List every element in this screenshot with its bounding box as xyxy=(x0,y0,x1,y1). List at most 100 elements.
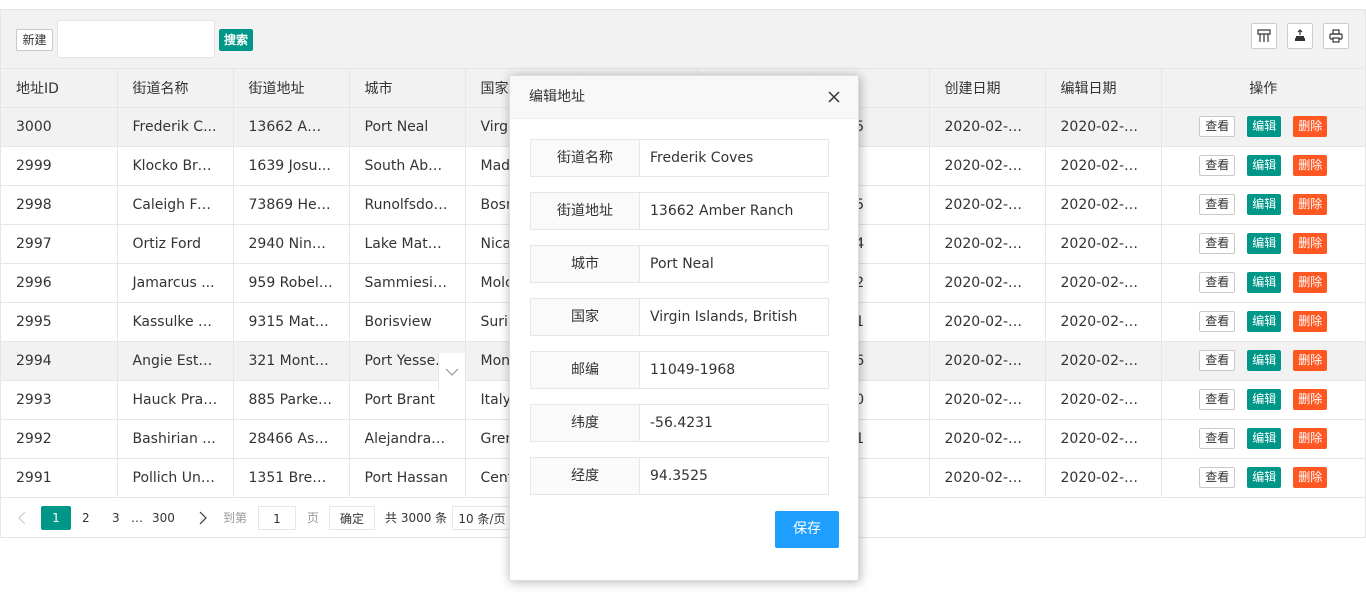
export-icon[interactable] xyxy=(1287,23,1313,49)
columns-icon[interactable] xyxy=(1251,23,1277,49)
table-cell[interactable]: 2991 xyxy=(1,458,118,498)
table-cell[interactable]: 1351 Brea... xyxy=(233,458,350,498)
page-link[interactable]: 2 xyxy=(82,506,90,530)
column-header[interactable]: 街道名称 xyxy=(117,69,234,108)
longitude-input[interactable]: 94.3525 xyxy=(650,458,708,494)
table-cell[interactable]: Bashirian ... xyxy=(117,419,234,459)
view-button[interactable]: 查看 xyxy=(1199,272,1236,293)
table-cell[interactable]: 2020-02-0... xyxy=(929,146,1046,186)
delete-button[interactable]: 删除 xyxy=(1293,155,1328,176)
table-cell[interactable]: 321 Monta... xyxy=(233,341,350,381)
table-cell[interactable]: 885 Parker... xyxy=(233,380,350,420)
table-cell[interactable]: 2020-02-0... xyxy=(929,380,1046,420)
edit-button[interactable]: 编辑 xyxy=(1247,389,1282,410)
view-button[interactable]: 查看 xyxy=(1199,311,1236,332)
view-button[interactable]: 查看 xyxy=(1199,389,1236,410)
table-cell[interactable]: Alejandrafurt xyxy=(349,419,466,459)
view-button[interactable]: 查看 xyxy=(1199,155,1236,176)
delete-button[interactable]: 删除 xyxy=(1293,389,1328,410)
table-cell[interactable]: 2992 xyxy=(1,419,118,459)
page-link-active[interactable]: 1 xyxy=(41,506,71,530)
table-cell[interactable]: Kassulke R... xyxy=(117,302,234,342)
table-cell[interactable]: 959 Robel ... xyxy=(233,263,350,303)
table-cell[interactable]: Klocko Brook xyxy=(117,146,234,186)
edit-button[interactable]: 编辑 xyxy=(1247,194,1282,215)
latitude-input[interactable]: -56.4231 xyxy=(650,405,713,441)
table-cell[interactable]: 2993 xyxy=(1,380,118,420)
table-cell[interactable]: 2020-02-0... xyxy=(929,263,1046,303)
edit-button[interactable]: 编辑 xyxy=(1247,428,1282,449)
table-cell[interactable]: Port Hassan xyxy=(349,458,466,498)
table-cell[interactable]: 3000 xyxy=(1,107,118,147)
delete-button[interactable]: 删除 xyxy=(1293,311,1328,332)
delete-button[interactable]: 删除 xyxy=(1293,233,1328,254)
table-cell[interactable]: 2020-02-0... xyxy=(929,302,1046,342)
view-button[interactable]: 查看 xyxy=(1199,350,1236,371)
search-input[interactable] xyxy=(57,20,215,58)
save-button[interactable]: 保存 xyxy=(775,511,839,548)
table-cell[interactable]: 28466 Ash... xyxy=(233,419,350,459)
delete-button[interactable]: 删除 xyxy=(1293,350,1328,371)
table-cell[interactable]: 2997 xyxy=(1,224,118,264)
column-header[interactable]: 城市 xyxy=(349,69,466,108)
table-cell[interactable]: 2020-02-0... xyxy=(929,341,1046,381)
table-cell[interactable]: 2020-02-0... xyxy=(1045,380,1162,420)
table-cell[interactable]: 9315 Mate... xyxy=(233,302,350,342)
table-cell[interactable]: Pollich Uni... xyxy=(117,458,234,498)
column-header[interactable]: 编辑日期 xyxy=(1045,69,1162,108)
goto-page-input[interactable]: 1 xyxy=(258,506,296,530)
table-cell[interactable]: Angie Estate xyxy=(117,341,234,381)
table-cell[interactable]: Port Neal xyxy=(349,107,466,147)
prev-page-icon[interactable] xyxy=(18,506,26,530)
table-cell[interactable]: Caleigh Fo... xyxy=(117,185,234,225)
table-cell[interactable]: 2996 xyxy=(1,263,118,303)
edit-button[interactable]: 编辑 xyxy=(1247,467,1282,488)
table-cell[interactable]: Borisview xyxy=(349,302,466,342)
column-header[interactable]: 地址ID xyxy=(1,69,118,108)
table-cell[interactable]: 2020-02-0... xyxy=(1045,302,1162,342)
table-cell[interactable]: 13662 Am... xyxy=(233,107,350,147)
edit-button[interactable]: 编辑 xyxy=(1247,350,1282,371)
table-cell[interactable]: 2995 xyxy=(1,302,118,342)
street-name-input[interactable]: Frederik Coves xyxy=(650,140,753,176)
delete-button[interactable]: 删除 xyxy=(1293,194,1328,215)
delete-button[interactable]: 删除 xyxy=(1293,428,1328,449)
table-cell[interactable]: 2994 xyxy=(1,341,118,381)
delete-button[interactable]: 删除 xyxy=(1293,272,1328,293)
table-cell[interactable]: Sammieside xyxy=(349,263,466,303)
table-cell[interactable]: 2020-02-0... xyxy=(1045,146,1162,186)
table-cell[interactable]: South Abel... xyxy=(349,146,466,186)
edit-button[interactable]: 编辑 xyxy=(1247,311,1282,332)
close-icon[interactable] xyxy=(827,90,841,104)
column-header[interactable]: 创建日期 xyxy=(929,69,1046,108)
table-cell[interactable]: 2020-02-0... xyxy=(1045,341,1162,381)
page-size-select[interactable]: 10 条/页 xyxy=(452,506,512,530)
table-cell[interactable]: Lake Mathi... xyxy=(349,224,466,264)
city-input[interactable]: Port Neal xyxy=(650,246,714,282)
postcode-input[interactable]: 11049-1968 xyxy=(650,352,735,388)
view-button[interactable]: 查看 xyxy=(1199,194,1236,215)
table-cell[interactable]: Runolfsdot... xyxy=(349,185,466,225)
table-cell[interactable]: Hauck Prairie xyxy=(117,380,234,420)
goto-confirm-button[interactable]: 确定 xyxy=(329,506,375,530)
table-cell[interactable]: 2020-02-0... xyxy=(1045,185,1162,225)
page-link[interactable]: 300 xyxy=(152,506,175,530)
table-cell[interactable]: 2020-02-0... xyxy=(929,185,1046,225)
country-input[interactable]: Virgin Islands, British xyxy=(650,299,797,335)
page-link[interactable]: 3 xyxy=(112,506,120,530)
delete-button[interactable]: 删除 xyxy=(1293,467,1328,488)
table-cell[interactable]: 2999 xyxy=(1,146,118,186)
table-cell[interactable]: 2020-02-0... xyxy=(1045,224,1162,264)
table-cell[interactable]: 2020-02-0... xyxy=(929,419,1046,459)
view-button[interactable]: 查看 xyxy=(1199,116,1236,137)
table-cell[interactable]: Ortiz Ford xyxy=(117,224,234,264)
delete-button[interactable]: 删除 xyxy=(1293,116,1328,137)
table-cell[interactable]: 1639 Josu... xyxy=(233,146,350,186)
table-cell[interactable]: 73869 Heb... xyxy=(233,185,350,225)
table-cell[interactable]: 2020-02-0... xyxy=(929,458,1046,498)
table-cell[interactable]: Jamarcus ... xyxy=(117,263,234,303)
new-button[interactable]: 新建 xyxy=(16,29,53,51)
view-button[interactable]: 查看 xyxy=(1199,467,1236,488)
table-cell[interactable]: 2020-02-0... xyxy=(1045,419,1162,459)
next-page-icon[interactable] xyxy=(199,506,207,530)
